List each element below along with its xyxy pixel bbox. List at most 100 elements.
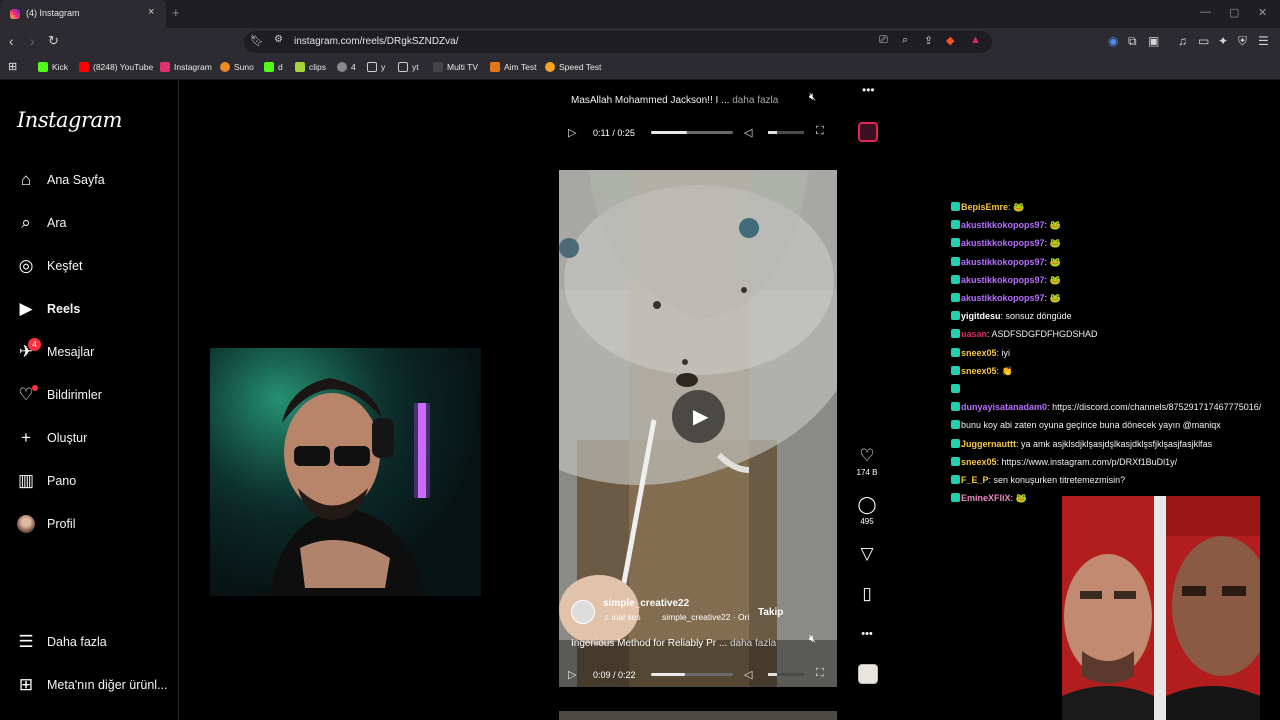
nav-reels[interactable]: ▶ Reels bbox=[16, 299, 166, 323]
reel-audio-source[interactable]: simple_creative22 · Ori bbox=[662, 612, 749, 622]
chat-username[interactable]: akustikkokopops97 bbox=[961, 275, 1045, 285]
chat-username[interactable]: uasan bbox=[961, 329, 987, 339]
chat-username[interactable]: EmineXFliX bbox=[961, 493, 1011, 503]
url-text[interactable]: instagram.com/reels/DRgkSZNDZva/ bbox=[294, 36, 458, 47]
chat-badge-icon bbox=[951, 256, 960, 266]
reload-icon[interactable]: ↻ bbox=[48, 33, 59, 49]
follow-button[interactable]: Takip bbox=[758, 607, 783, 618]
brave-rewards-icon[interactable]: ▲ bbox=[970, 34, 981, 46]
chat-username[interactable]: akustikkokopops97 bbox=[961, 238, 1045, 248]
chat-username[interactable]: akustikkokopops97 bbox=[961, 293, 1045, 303]
profile-avatar bbox=[17, 515, 35, 533]
brave-shield-icon[interactable]: ◆ bbox=[946, 34, 954, 47]
chat-message: akustikkokopops97: 🐸 bbox=[951, 234, 1280, 252]
instagram-logo[interactable]: Instagram bbox=[17, 108, 122, 132]
author-avatar[interactable] bbox=[571, 600, 595, 624]
close-tab-icon[interactable]: × bbox=[148, 6, 154, 18]
reel-progress[interactable] bbox=[651, 673, 733, 676]
forward-icon[interactable]: › bbox=[30, 33, 35, 49]
nav-notifications[interactable]: ♡ Bildirimler bbox=[16, 385, 166, 409]
reel-top-play-icon[interactable]: ▷ bbox=[568, 126, 576, 139]
bookmark-4[interactable]: 4 bbox=[337, 62, 356, 72]
share-action[interactable]: ▽ bbox=[852, 544, 882, 564]
reel-top-audio-thumbnail[interactable] bbox=[858, 122, 878, 142]
chat-username[interactable]: sneex05 bbox=[961, 366, 997, 376]
extension-box-icon[interactable]: ▣ bbox=[1148, 34, 1159, 48]
bookmark-icon[interactable]: 🔖︎ bbox=[250, 34, 264, 47]
reel-audio-thumbnail[interactable] bbox=[858, 664, 878, 684]
reel-top-progress[interactable] bbox=[651, 131, 733, 134]
browser-tab[interactable]: (4) Instagram × bbox=[0, 0, 166, 28]
bookmark-aim-test[interactable]: Aim Test bbox=[490, 62, 536, 72]
reel-volume-slider[interactable] bbox=[768, 673, 804, 676]
cast-icon[interactable]: ⎚ bbox=[879, 34, 888, 47]
nav-profile[interactable]: Profil bbox=[16, 514, 166, 538]
extension-puzzle-icon[interactable]: ⧉ bbox=[1128, 34, 1137, 49]
reel-top-more-link[interactable]: daha fazla bbox=[732, 95, 778, 106]
reel-play-button[interactable]: ▶ bbox=[672, 390, 725, 443]
nav-more[interactable]: ☰ Daha fazla bbox=[16, 632, 166, 656]
like-action[interactable]: ♡ 174 B bbox=[852, 446, 882, 477]
chat-username[interactable]: sneex05 bbox=[961, 348, 997, 358]
bookmark-speed-test[interactable]: Speed Test bbox=[545, 62, 601, 72]
bookmark-folder-yt[interactable]: yt bbox=[398, 62, 419, 72]
reel-fullscreen-icon[interactable]: ⛶ bbox=[816, 667, 824, 680]
chat-username[interactable]: sneex05 bbox=[961, 457, 997, 467]
reel-top-volume-slider[interactable] bbox=[768, 131, 804, 134]
close-window-icon[interactable]: ✕ bbox=[1258, 6, 1267, 19]
music-icon[interactable]: ♫ bbox=[1178, 34, 1187, 48]
bookmark-instagram[interactable]: Instagram bbox=[160, 62, 212, 72]
reel-top-caption[interactable]: MasAllah Mohammed Jackson!! I ... daha f… bbox=[571, 95, 778, 106]
zoom-icon[interactable]: ⌕ bbox=[902, 34, 908, 47]
chat-username[interactable]: dunyayisatanadam0 bbox=[961, 402, 1047, 412]
nav-messages[interactable]: ✈ 4 Mesajlar bbox=[16, 338, 166, 366]
apps-grid-icon[interactable]: ⊞ bbox=[8, 60, 17, 73]
next-reel-preview[interactable] bbox=[559, 711, 837, 720]
site-settings-icon[interactable]: ⚙ bbox=[274, 34, 283, 45]
save-action[interactable]: ▯ bbox=[852, 584, 882, 604]
maximize-icon[interactable]: ▢ bbox=[1229, 6, 1239, 19]
more-options-action[interactable]: ••• bbox=[852, 624, 882, 644]
new-tab-button[interactable]: + bbox=[172, 5, 180, 20]
address-bar[interactable]: 🔖︎ ⚙ instagram.com/reels/DRgkSZNDZva/ ⎚ … bbox=[244, 31, 992, 53]
bookmark-multi-tv[interactable]: Multi TV bbox=[433, 62, 478, 72]
reel-author[interactable]: simple_creative22 bbox=[603, 598, 689, 609]
reel-top-more-options-icon[interactable]: ••• bbox=[862, 83, 875, 97]
chat-username[interactable]: F_E_P bbox=[961, 475, 989, 485]
nav-create[interactable]: + Oluştur bbox=[16, 428, 166, 452]
reel-play-small-icon[interactable]: ▷ bbox=[568, 668, 576, 681]
share-icon[interactable]: ⇪ bbox=[924, 34, 933, 47]
bookmark-kick[interactable]: Kick bbox=[38, 62, 68, 72]
chat-username[interactable]: akustikkokopops97 bbox=[961, 257, 1045, 267]
chat-username[interactable]: yigitdesu bbox=[961, 311, 1001, 321]
reel-audio[interactable]: ♫ inal ses bbox=[603, 612, 641, 622]
nav-dashboard[interactable]: ▥ Pano bbox=[16, 471, 166, 495]
bookmark-clips[interactable]: clips bbox=[295, 62, 326, 72]
wallet-icon[interactable]: ▭ bbox=[1198, 34, 1209, 48]
menu-icon[interactable]: ☰ bbox=[1258, 34, 1269, 48]
reel-top-muted-icon[interactable]: 🔇︎ bbox=[809, 91, 816, 104]
nav-search[interactable]: ⌕ Ara bbox=[16, 213, 166, 237]
minimize-icon[interactable]: — bbox=[1200, 6, 1211, 18]
chat-username[interactable]: Juggernauttt bbox=[961, 439, 1016, 449]
bookmark-d[interactable]: d bbox=[264, 62, 283, 72]
bookmark-suno[interactable]: Suno bbox=[220, 62, 254, 72]
reel-top-volume-icon[interactable]: ◁ bbox=[744, 126, 752, 139]
comment-action[interactable]: ◯ 495 bbox=[852, 495, 882, 526]
vpn-icon[interactable]: ⛨ bbox=[1238, 34, 1247, 49]
reel-top-fullscreen-icon[interactable]: ⛶ bbox=[816, 125, 824, 138]
bookmark-youtube[interactable]: (8248) YouTube bbox=[79, 62, 153, 72]
bookmark-folder-y[interactable]: y bbox=[367, 62, 385, 72]
reel-more-link[interactable]: daha fazla bbox=[730, 638, 776, 649]
reel-muted-icon[interactable]: 🔇︎ bbox=[809, 633, 816, 646]
nav-meta-products[interactable]: ⊞ Meta'nın diğer ürünl... bbox=[16, 675, 168, 699]
nav-home[interactable]: ⌂ Ana Sayfa bbox=[16, 170, 166, 194]
leo-ai-icon[interactable]: ✦ bbox=[1218, 34, 1228, 48]
reel-volume-icon[interactable]: ◁ bbox=[744, 668, 752, 681]
chat-username[interactable]: BepisEmre bbox=[961, 202, 1008, 212]
back-icon[interactable]: ‹ bbox=[9, 33, 14, 49]
extension-audio-icon[interactable]: ◉ bbox=[1108, 34, 1118, 48]
reel-caption[interactable]: Ingenious Method for Reliably Pr ... dah… bbox=[571, 638, 776, 649]
nav-explore[interactable]: ◎ Keşfet bbox=[16, 256, 166, 280]
chat-username[interactable]: akustikkokopops97 bbox=[961, 220, 1045, 230]
